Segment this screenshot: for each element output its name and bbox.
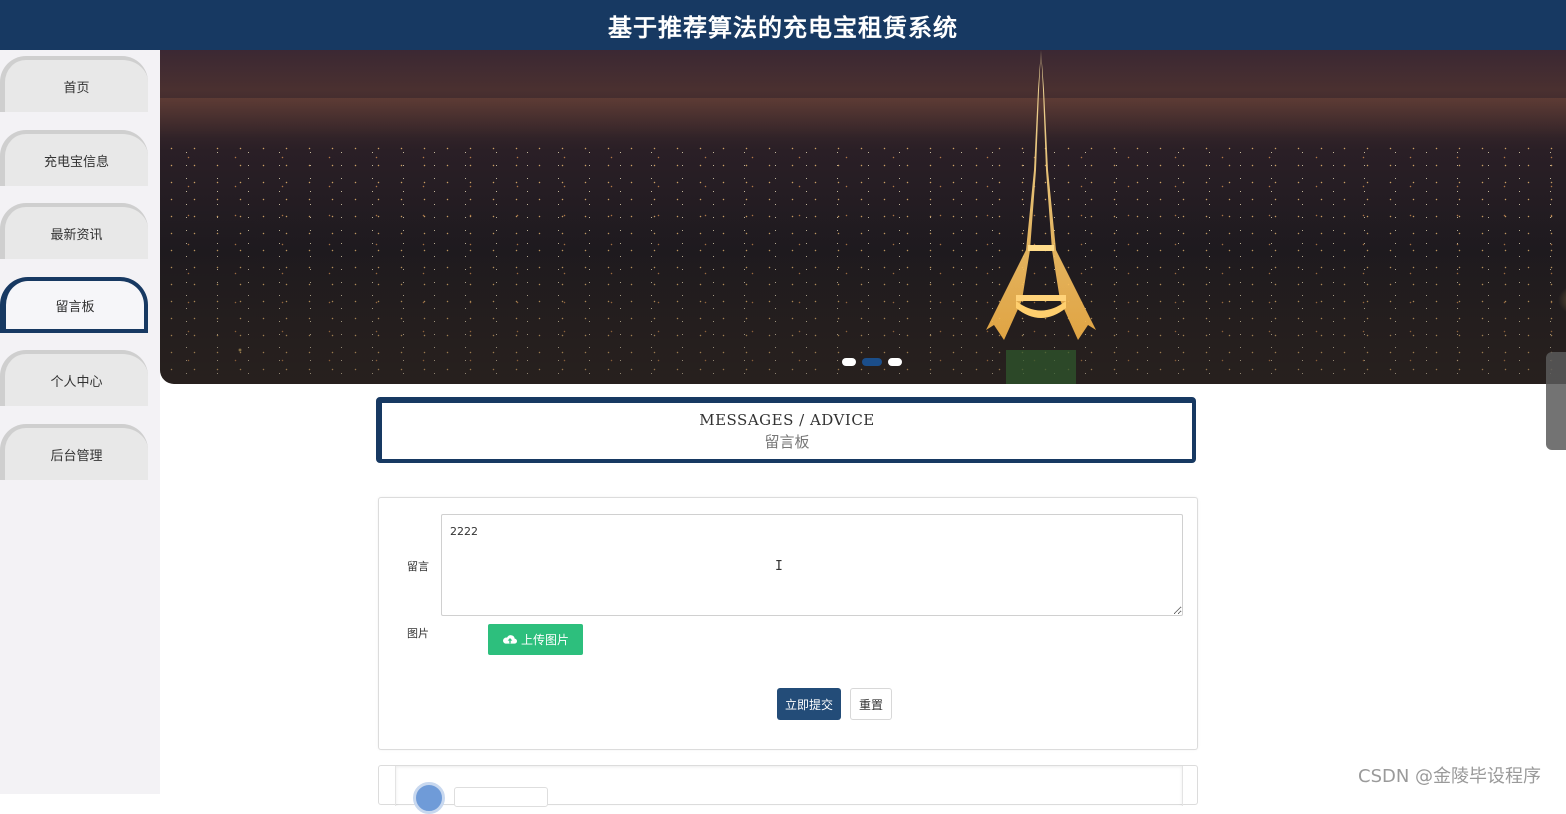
sidebar-item-label: 充电宝信息 [43,154,109,170]
carousel-indicators [842,358,902,366]
side-scroll-tab[interactable] [1546,352,1566,450]
site-title: 基于推荐算法的充电宝租赁系统 [608,13,958,42]
sidebar-item-label: 后台管理 [50,448,103,464]
banner-city-shade [160,200,1566,384]
reset-label: 重置 [858,697,883,712]
sidebar-item-message-board[interactable]: 留言板 [0,277,148,333]
message-textarea[interactable]: 2222 [441,514,1183,616]
sidebar-item-personal-center[interactable]: 个人中心 [0,350,148,406]
image-label: 图片 [407,627,429,640]
carousel-dot[interactable] [842,358,856,366]
cloud-upload-icon [503,634,517,644]
sidebar-item-home[interactable]: 首页 [0,56,148,112]
message-form: 留言 2222 I 图片 上传图片 立即提交 重置 [378,497,1198,750]
carousel-dot[interactable] [888,358,902,366]
sidebar-nav: 首页 充电宝信息 最新资讯 留言板 个人中心 后台管理 [0,50,160,794]
sidebar-item-news[interactable]: 最新资讯 [0,203,148,259]
banner-carousel [160,50,1566,384]
reset-button[interactable]: 重置 [850,688,892,720]
avatar [413,782,445,814]
section-title-cn: 留言板 [764,432,810,451]
submit-label: 立即提交 [784,697,833,712]
message-list-item [395,766,1183,814]
sidebar-item-powerbank-info[interactable]: 充电宝信息 [0,130,148,186]
sidebar-item-admin[interactable]: 后台管理 [0,424,148,480]
section-title-en: MESSAGES / ADVICE [699,410,875,429]
submit-button[interactable]: 立即提交 [777,688,841,720]
upload-image-button[interactable]: 上传图片 [488,624,583,655]
username-chip [454,787,548,807]
eiffel-tower-image [986,50,1096,384]
upload-image-label: 上传图片 [520,633,569,647]
banner-sky-haze [160,98,1566,138]
text-cursor-icon: I [775,559,783,574]
sidebar-item-label: 最新资讯 [50,227,103,243]
message-list [378,765,1198,814]
carousel-dot-active[interactable] [862,358,882,366]
sidebar-item-label: 首页 [63,80,90,96]
message-label: 留言 [407,560,429,573]
sidebar-item-label: 个人中心 [50,374,103,390]
sidebar-item-label: 留言板 [55,299,95,315]
top-header-bar: 基于推荐算法的充电宝租赁系统 [0,0,1566,50]
section-title-box: MESSAGES / ADVICE 留言板 [376,397,1196,463]
csdn-watermark: CSDN @金陵毕设程序 [1358,766,1542,787]
